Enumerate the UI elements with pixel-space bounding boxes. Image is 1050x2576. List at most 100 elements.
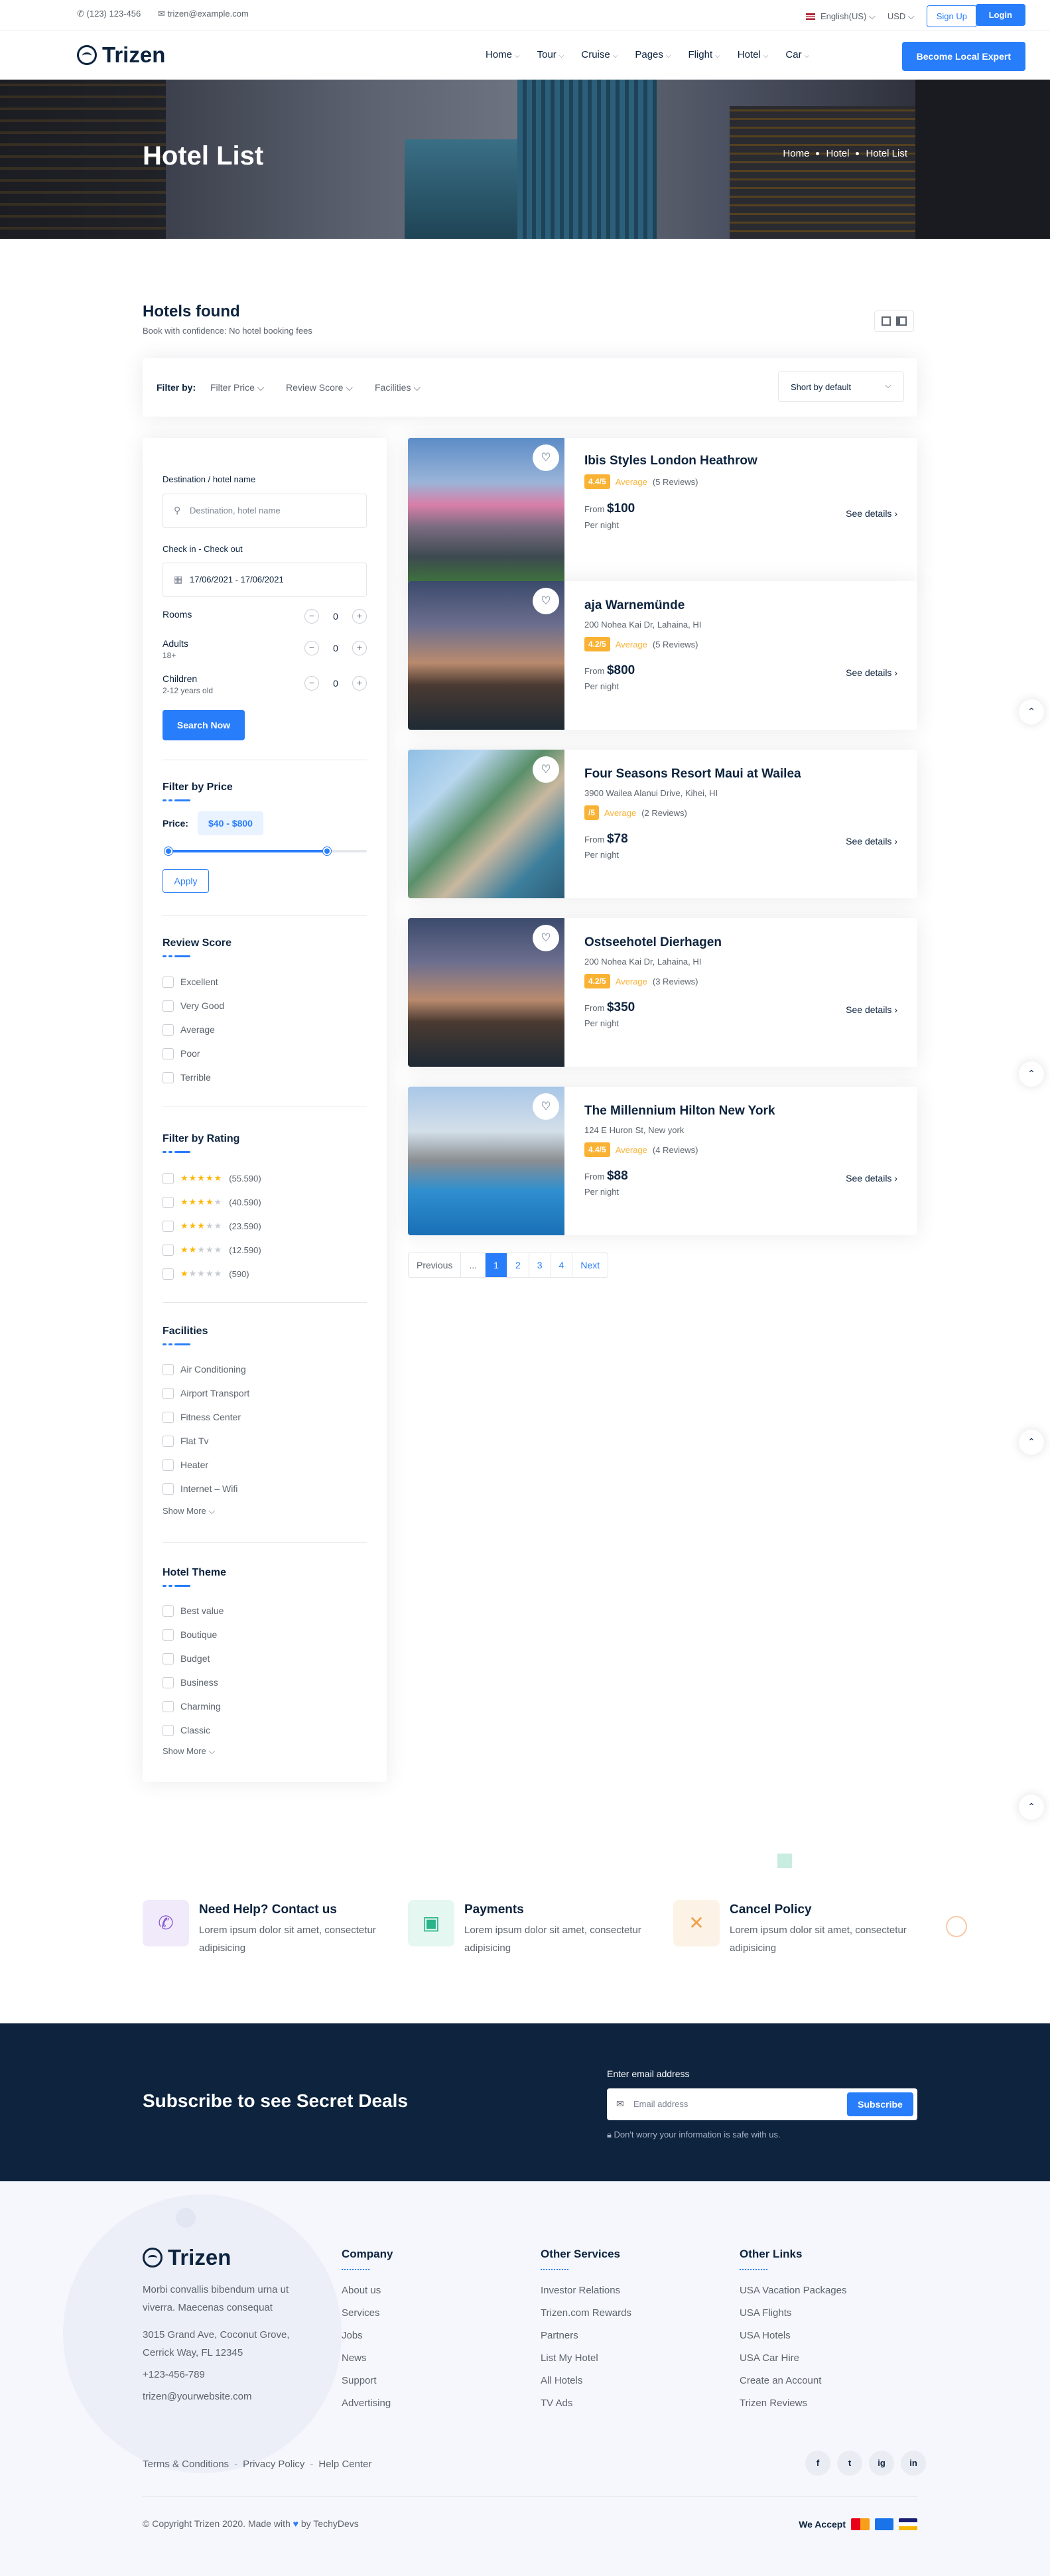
breadcrumb-hotel[interactable]: Hotel [826,148,849,159]
checkbox-budget[interactable]: Budget [163,1647,367,1670]
email-contact[interactable]: ✉ trizen@example.com [158,9,249,19]
checkbox-1-star[interactable]: ★★★★★ (590) [163,1262,367,1286]
hotel-card[interactable]: ♡ The Millennium Hilton New York 124 E H… [408,1087,917,1235]
footer-link[interactable]: Trizen.com Rewards [541,2302,631,2325]
decrement-button[interactable]: − [304,641,319,655]
nav-pages[interactable]: Pages ⌵ [635,49,671,60]
pagination-ellipsis[interactable]: ... [461,1253,486,1277]
footer-link[interactable]: USA Flights [740,2302,846,2325]
footer-link[interactable]: USA Hotels [740,2325,846,2347]
review-score-dropdown[interactable]: Review Score ⌵ [286,382,353,393]
privacy-link[interactable]: Privacy Policy [243,2459,304,2470]
checkbox-average[interactable]: Average [163,1018,367,1042]
checkbox-5-stars[interactable]: ★★★★★ (55.590) [163,1166,367,1190]
hotel-name[interactable]: Ibis Styles London Heathrow [584,454,757,467]
nav-hotel[interactable]: Hotel ⌵ [738,49,769,60]
logo[interactable]: Trizen [77,42,165,68]
footer-logo[interactable]: Trizen [143,2245,231,2270]
nav-home[interactable]: Home ⌵ [486,49,520,60]
facebook-icon[interactable]: f [805,2451,830,2476]
language-select[interactable]: English(US) ⌵ [806,11,876,22]
checkbox-fitness-center[interactable]: Fitness Center [163,1405,367,1429]
increment-button[interactable]: + [352,641,367,655]
sort-select[interactable]: Short by default [778,372,904,402]
destination-input[interactable]: ⚲ Destination, hotel name [163,494,367,528]
hotel-card[interactable]: ♡ Ostseehotel Dierhagen 200 Nohea Kai Dr… [408,918,917,1067]
become-expert-button[interactable]: Become Local Expert [901,42,1025,71]
search-now-button[interactable]: Search Now [163,710,245,740]
hotel-name[interactable]: Four Seasons Resort Maui at Wailea [584,767,801,781]
signup-button[interactable]: Sign Up [926,5,977,27]
decrement-button[interactable]: − [304,609,319,624]
theme-show-more[interactable]: Show More ⌵ [163,1746,215,1757]
checkbox-charming[interactable]: Charming [163,1694,367,1718]
nav-car[interactable]: Car ⌵ [785,49,809,60]
pagination-page-4[interactable]: 4 [551,1253,573,1277]
filter-price-dropdown[interactable]: Filter Price ⌵ [210,382,264,393]
see-details-link[interactable]: See details › [846,1004,897,1015]
currency-select[interactable]: USD ⌵ [887,11,915,22]
pagination-page-3[interactable]: 3 [529,1253,551,1277]
increment-button[interactable]: + [352,676,367,691]
slider-handle-min[interactable] [164,847,172,855]
apply-button[interactable]: Apply [163,869,209,893]
footer-link[interactable]: Services [342,2302,393,2325]
grid-view-icon[interactable] [882,316,891,326]
decrement-button[interactable]: − [304,676,319,691]
pagination-previous[interactable]: Previous [409,1253,462,1277]
footer-link[interactable]: Trizen Reviews [740,2392,846,2415]
phone-contact[interactable]: ✆ (123) 123-456 [77,9,141,19]
checkbox-2-stars[interactable]: ★★★★★ (12.590) [163,1238,367,1262]
see-details-link[interactable]: See details › [846,508,897,519]
pagination-next[interactable]: Next [572,1253,608,1277]
linkedin-icon[interactable]: in [901,2451,926,2476]
footer-link[interactable]: List My Hotel [541,2347,631,2370]
see-details-link[interactable]: See details › [846,1173,897,1184]
checkbox-poor[interactable]: Poor [163,1042,367,1065]
hotel-name[interactable]: aja Warnemünde [584,598,685,613]
heart-icon[interactable]: ♡ [533,588,559,614]
footer-link[interactable]: USA Vacation Packages [740,2279,846,2302]
footer-link[interactable]: All Hotels [541,2370,631,2392]
hotel-card[interactable]: ♡ Ibis Styles London Heathrow 4.4/5 Aver… [408,438,917,586]
checkbox-4-stars[interactable]: ★★★★★ (40.590) [163,1190,367,1214]
footer-link[interactable]: Advertising [342,2392,393,2415]
nav-tour[interactable]: Tour ⌵ [537,49,564,60]
login-button[interactable]: Login [975,4,1025,26]
footer-link[interactable]: Jobs [342,2325,393,2347]
facilities-dropdown[interactable]: Facilities ⌵ [375,382,421,393]
footer-link[interactable]: Create an Account [740,2370,846,2392]
heart-icon[interactable]: ♡ [533,444,559,471]
footer-link[interactable]: USA Car Hire [740,2347,846,2370]
footer-link[interactable]: Investor Relations [541,2279,631,2302]
checkbox-internet-wifi[interactable]: Internet – Wifi [163,1477,367,1501]
nav-cruise[interactable]: Cruise ⌵ [581,49,618,60]
checkbox-very-good[interactable]: Very Good [163,994,367,1018]
slider-handle-max[interactable] [323,847,331,855]
scroll-top-button[interactable]: ⌃ [1019,1061,1044,1087]
checkbox-boutique[interactable]: Boutique [163,1623,367,1647]
footer-link[interactable]: News [342,2347,393,2370]
heart-icon[interactable]: ♡ [533,925,559,951]
checkbox-3-stars[interactable]: ★★★★★ (23.590) [163,1214,367,1238]
see-details-link[interactable]: See details › [846,667,897,678]
help-center-link[interactable]: Help Center [318,2459,371,2470]
twitter-icon[interactable]: t [837,2451,862,2476]
footer-link[interactable]: Partners [541,2325,631,2347]
heart-icon[interactable]: ♡ [533,1093,559,1120]
checkbox-air-conditioning[interactable]: Air Conditioning [163,1357,367,1381]
pagination-page-1[interactable]: 1 [486,1253,507,1277]
checkbox-heater[interactable]: Heater [163,1453,367,1477]
nav-flight[interactable]: Flight ⌵ [688,49,720,60]
hotel-name[interactable]: The Millennium Hilton New York [584,1104,775,1119]
checkbox-excellent[interactable]: Excellent [163,970,367,994]
instagram-icon[interactable]: ig [869,2451,894,2476]
checkbox-classic[interactable]: Classic [163,1718,367,1742]
subscribe-button[interactable]: Subscribe [847,2092,913,2116]
scroll-top-button[interactable]: ⌃ [1019,1795,1044,1820]
scroll-top-button[interactable]: ⌃ [1019,1430,1044,1455]
heart-icon[interactable]: ♡ [533,756,559,783]
list-view-icon[interactable] [896,316,907,326]
date-range-input[interactable]: ▦ 17/06/2021 - 17/06/2021 [163,563,367,597]
email-input[interactable]: Email address [633,2099,688,2109]
